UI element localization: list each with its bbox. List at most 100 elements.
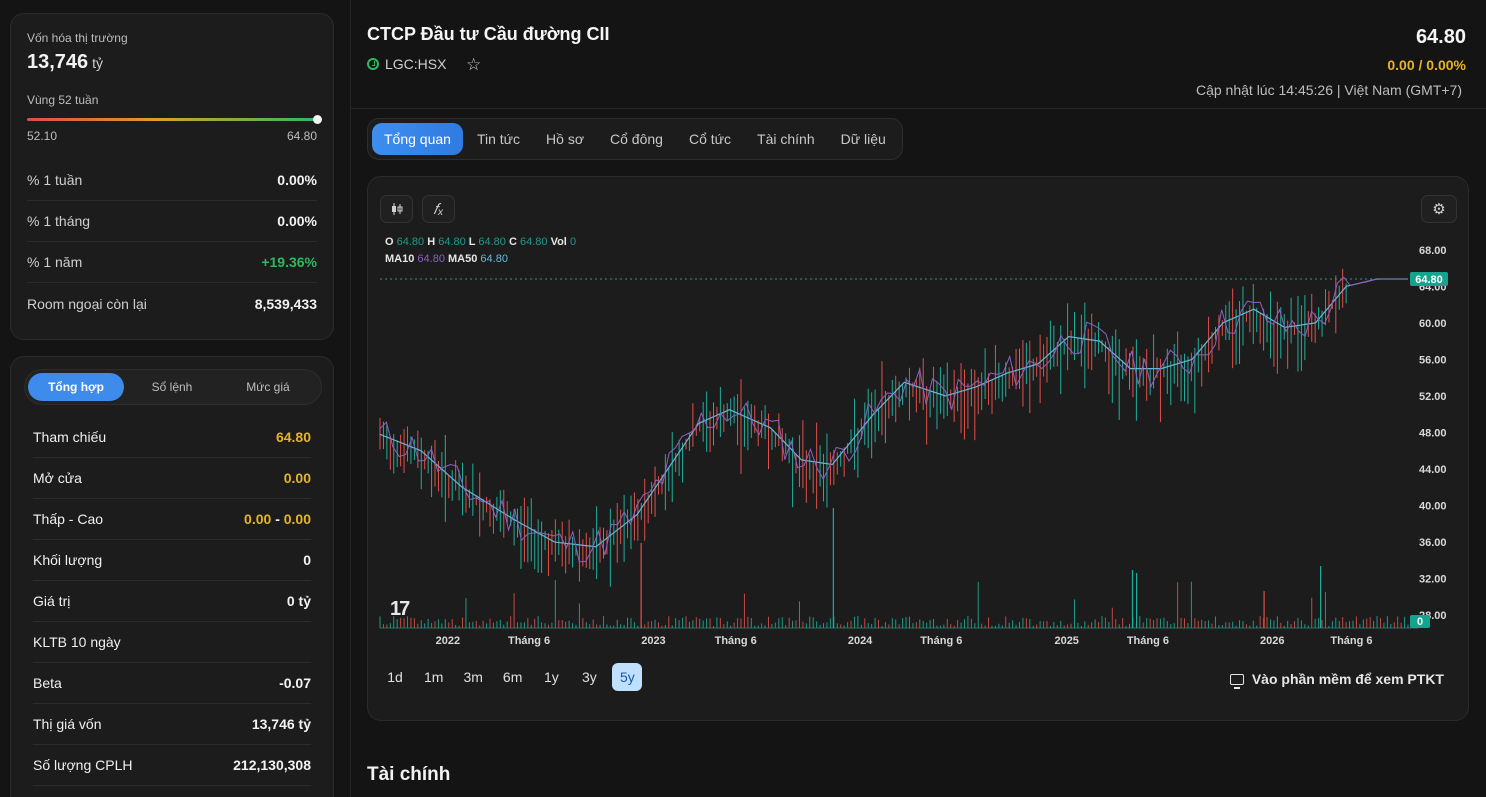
header-divider [351,108,1486,109]
row-label: Mở cửa [33,470,82,486]
tab-data[interactable]: Dữ liệu [829,123,898,155]
candlestick-icon[interactable] [380,195,413,223]
tab-shareholders[interactable]: Cổ đông [598,123,675,155]
ohlc-legend: O 64.80 H 64.80 L 64.80 C 64.80 Vol 0 [385,236,577,248]
favorite-star-icon[interactable]: ☆ [466,55,481,75]
row-label: Khối lượng [33,552,103,568]
indicator-fx-icon[interactable]: 𝑓ₓ [422,195,455,223]
market-cap-label: Vốn hóa thị trường [27,31,128,45]
market-cap-value: 13,746 tỷ [27,51,104,73]
range-3m[interactable]: 3m [457,663,488,691]
row-value: 0 tỷ [286,593,311,609]
y-tick-label: 52.00 [1419,391,1447,403]
range-52w-label: Vùng 52 tuần [27,93,99,107]
company-title: CTCP Đầu tư Cầu đường CII [367,24,610,44]
ptkt-label: Vào phần mềm để xem PTKT [1251,671,1444,687]
tab-news[interactable]: Tin tức [465,123,532,155]
external-screen-icon [1229,673,1244,689]
last-price-badge-label: 64.80 [1415,274,1443,286]
current-price: 64.80 [1415,26,1466,48]
range-1d[interactable]: 1d [380,663,410,691]
main-tabs: Tổng quan Tin tức Hồ sơ Cổ đông Cổ tức T… [367,118,903,160]
y-tick-label: 40.00 [1419,501,1447,513]
row-value: 13,746 tỷ [251,716,311,732]
trading-summary-card: Tổng hợp Sổ lệnh Mức giá Tham chiếu 64.8… [10,356,334,797]
tab-dividends[interactable]: Cổ tức [677,123,743,155]
stat-label: % 1 tháng [27,213,91,229]
range-52w-marker [313,115,322,124]
tab-price-levels[interactable]: Mức giá [220,373,316,401]
ma10-line [379,276,1408,563]
stat-value: 8,539,433 [254,295,317,312]
stat-value: +19.36% [261,254,317,270]
stat-label: % 1 năm [27,254,83,270]
chart-settings-gear-icon[interactable]: ⚙ [1421,195,1457,223]
row-value: 0.00 - 0.00 [244,511,311,527]
row-shares-outstanding: Số lượng CPLH 212,130,308 [33,745,311,786]
ticker-label: LGC:HSX [367,56,446,72]
range-separator: - [275,511,280,527]
stat-row-1-month: % 1 tháng 0.00% [27,201,317,242]
x-tick-label: 2026 [1260,635,1284,647]
x-tick-label: Tháng 6 [1330,635,1372,647]
stat-row-1-year: % 1 năm +19.36% [27,242,317,283]
row-open: Mở cửa 0.00 [33,458,311,499]
app-root: Vốn hóa thị trường 13,746 tỷ Vùng 52 tuần… [0,0,1486,797]
x-tick-label: Tháng 6 [715,635,757,647]
y-tick-label: 44.00 [1419,464,1447,476]
x-tick-label: 2024 [848,635,873,647]
market-overview-card: Vốn hóa thị trường 13,746 tỷ Vùng 52 tuần… [10,13,334,340]
range-52w-high: 64.80 [286,129,317,143]
y-tick-label: 60.00 [1419,318,1447,330]
row-label: Tham chiếu [33,429,107,445]
row-label: Thị giá vốn [33,716,102,732]
row-label: Beta [33,675,62,691]
row-value: 0 [303,552,311,568]
open-technical-analysis-link[interactable]: Vào phần mềm để xem PTKT [1229,671,1444,689]
low-value: 0.00 [244,511,272,527]
x-tick-label: 2023 [641,635,665,647]
row-market-cap: Thị giá vốn 13,746 tỷ [33,704,311,745]
tab-financials[interactable]: Tài chính [745,123,827,155]
range-5y[interactable]: 5y [612,663,643,691]
ma10-value: 64.80 [417,253,445,265]
tab-profile[interactable]: Hồ sơ [534,123,596,155]
x-tick-label: 2022 [436,635,460,647]
y-tick-label: 48.00 [1419,428,1447,440]
y-tick-label: 56.00 [1419,354,1447,366]
x-tick-label: Tháng 6 [1127,635,1169,647]
tab-summary[interactable]: Tổng hợp [28,373,124,401]
ma50-line [379,278,1408,548]
high-value: 0.00 [283,511,311,527]
time-range-selector: 1d 1m 3m 6m 1y 3y 5y [380,663,643,691]
stat-label: Room ngoại còn lại [27,295,147,312]
y-tick-label: 68.00 [1419,245,1447,257]
x-tick-label: 2025 [1054,635,1078,647]
market-status-icon [367,58,379,70]
row-reference: Tham chiếu 64.80 [33,417,311,458]
range-6m[interactable]: 6m [497,663,528,691]
range-3y[interactable]: 3y [574,663,604,691]
summary-tab-switch: Tổng hợp Sổ lệnh Mức giá [24,369,322,405]
range-1m[interactable]: 1m [418,663,449,691]
stat-row-1-week: % 1 tuần 0.00% [27,160,317,201]
tab-overview[interactable]: Tổng quan [372,123,463,155]
row-value: 212,130,308 [233,757,311,773]
market-cap-unit: tỷ [92,55,104,71]
row-low-high: Thấp - Cao 0.00 - 0.00 [33,499,311,540]
range-1y[interactable]: 1y [536,663,566,691]
tab-order-book[interactable]: Sổ lệnh [124,373,220,401]
last-volume-badge-label: 0 [1417,616,1423,628]
high-value: 64.80 [438,236,466,248]
row-volume: Khối lượng 0 [33,540,311,581]
volume-value: 0 [569,236,577,248]
ticker-text: LGC:HSX [385,56,447,72]
row-value-traded: Giá trị 0 tỷ [33,581,311,622]
last-updated: Cập nhật lúc 14:45:26 | Việt Nam (GMT+7) [1195,82,1462,98]
stat-value: 0.00% [277,172,317,188]
ma50-value: 64.80 [480,253,508,265]
row-value: -0.07 [279,675,311,691]
row-label: Thấp - Cao [33,511,104,527]
ma-legend: MA10 64.80 MA50 64.80 [385,253,508,265]
stat-label: % 1 tuần [27,172,83,188]
